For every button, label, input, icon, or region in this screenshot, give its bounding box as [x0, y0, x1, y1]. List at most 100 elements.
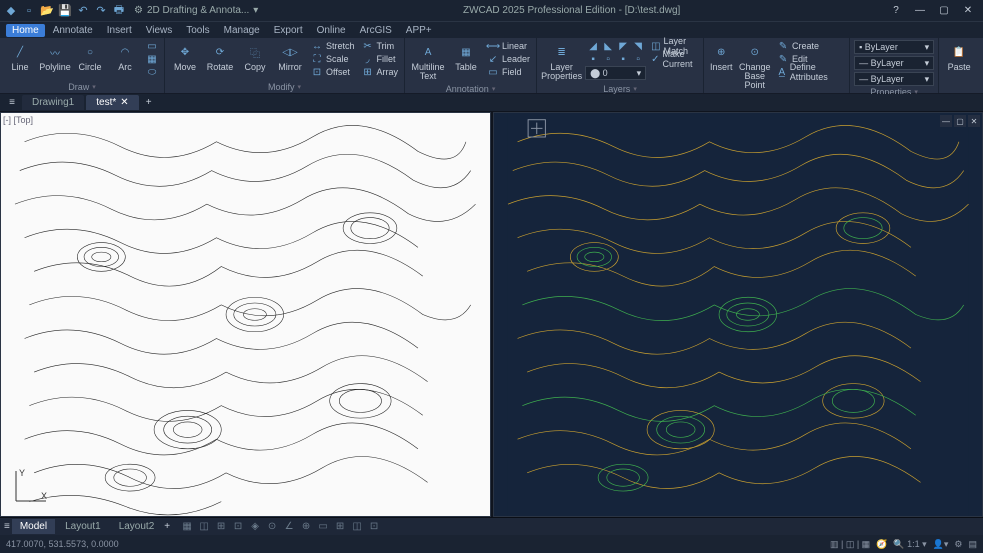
linear-button[interactable]: ⟷Linear: [485, 40, 532, 52]
nav-icon[interactable]: 🧭: [876, 539, 887, 550]
defattr-button[interactable]: A̲Define Attributes: [775, 66, 845, 78]
annoscale-icon[interactable]: 👤▾: [933, 539, 949, 550]
panel-modify-label[interactable]: Modify: [169, 81, 400, 93]
layout-menu-icon[interactable]: ≡: [4, 521, 10, 532]
layout-tab-1[interactable]: Layout1: [57, 519, 109, 534]
settings-icon[interactable]: ⚙: [954, 539, 962, 550]
lineweight-combo[interactable]: — ByLayer▾: [854, 56, 934, 70]
layer-row1[interactable]: ◢◣◤◥: [585, 40, 646, 52]
text-icon: A: [418, 42, 438, 62]
tab-online[interactable]: Online: [311, 24, 352, 37]
sb-tool[interactable]: ⊡: [231, 520, 245, 534]
tab-insert[interactable]: Insert: [101, 24, 138, 37]
hatch-button[interactable]: ▦: [144, 53, 160, 65]
close-icon[interactable]: ✕: [957, 3, 979, 19]
customize-icon[interactable]: ▤: [968, 539, 977, 550]
view-controls-left[interactable]: [-] [Top]: [3, 115, 33, 125]
sb-tool[interactable]: ▦: [180, 520, 194, 534]
tab-arcgis[interactable]: ArcGIS: [354, 24, 398, 37]
move-button[interactable]: ✥Move: [169, 40, 201, 74]
changebase-button[interactable]: ⊙Change Base Point: [737, 40, 772, 92]
ellipse-button[interactable]: ⬭: [144, 66, 160, 78]
tab-app[interactable]: APP+: [400, 24, 438, 37]
polyline-button[interactable]: 〰Polyline: [39, 40, 71, 74]
layer-combo[interactable]: ⬤ 0▾: [585, 66, 646, 80]
viewport-left[interactable]: [-] [Top]: [0, 112, 491, 517]
create-button[interactable]: ✎Create: [775, 40, 845, 52]
trim-button[interactable]: ✂Trim: [360, 40, 401, 52]
arc-button[interactable]: ◠Arc: [109, 40, 141, 74]
maximize-icon[interactable]: ▢: [933, 3, 955, 19]
sb-tool[interactable]: ◫: [197, 520, 211, 534]
sb-tool[interactable]: ◫: [350, 520, 364, 534]
doc-tab-test[interactable]: test*✕: [86, 95, 138, 110]
fillet-button[interactable]: ◞Fillet: [360, 53, 401, 65]
field-button[interactable]: ▭Field: [485, 66, 532, 78]
scale-display[interactable]: 🔍 1:1 ▾: [893, 539, 926, 550]
leader-button[interactable]: ↙Leader: [485, 53, 532, 65]
copy-button[interactable]: ⿻Copy: [239, 40, 271, 74]
panel-draw-label[interactable]: Draw: [4, 81, 160, 93]
doclist-icon[interactable]: ≡: [4, 97, 20, 108]
circle-icon: ○: [80, 42, 100, 62]
vp-min-icon[interactable]: —: [940, 115, 952, 127]
tab-views[interactable]: Views: [140, 24, 179, 37]
qat-undo-icon[interactable]: ↶: [76, 4, 90, 18]
line-button[interactable]: ╱Line: [4, 40, 36, 74]
layerprops-button[interactable]: ≣Layer Properties: [541, 40, 582, 83]
tab-tools[interactable]: Tools: [180, 24, 215, 37]
vp-close-icon[interactable]: ✕: [968, 115, 980, 127]
vp-max-icon[interactable]: ▢: [954, 115, 966, 127]
qat-redo-icon[interactable]: ↷: [94, 4, 108, 18]
array-icon: ⊞: [362, 66, 374, 78]
qat-print-icon[interactable]: 🖶: [112, 4, 126, 18]
workspace-selector[interactable]: ⚙ 2D Drafting & Annota... ▾: [134, 5, 258, 16]
doc-tab-drawing1[interactable]: Drawing1: [22, 95, 84, 110]
sb-tool[interactable]: ⊙: [265, 520, 279, 534]
scale-button[interactable]: ⛶Scale: [309, 53, 357, 65]
makecurrent-button[interactable]: ✓Make Current: [649, 53, 699, 65]
sb-tool[interactable]: ▭: [316, 520, 330, 534]
layout-tab-model[interactable]: Model: [12, 519, 55, 534]
offset-button[interactable]: ⊡Offset: [309, 66, 357, 78]
table-button[interactable]: ▦Table: [450, 40, 482, 74]
qat-save-icon[interactable]: 💾: [58, 4, 72, 18]
copypaste-settings-button[interactable]: 📋Copy and Paste Settings: [978, 40, 983, 92]
viewport-right[interactable]: —▢✕: [493, 112, 983, 517]
tab-manage[interactable]: Manage: [218, 24, 266, 37]
sb-tool[interactable]: ◈: [248, 520, 262, 534]
color-combo[interactable]: ▪ ByLayer▾: [854, 40, 934, 54]
new-tab-icon[interactable]: +: [141, 97, 157, 108]
ribbon-tabs: Home Annotate Insert Views Tools Manage …: [0, 22, 983, 38]
app-logo-icon[interactable]: ◆: [4, 4, 18, 18]
tab-annotate[interactable]: Annotate: [47, 24, 99, 37]
qat-new-icon[interactable]: ▫: [22, 4, 36, 18]
sb-tool[interactable]: ⊕: [299, 520, 313, 534]
rect-icon: ▭: [146, 40, 158, 52]
insert-button[interactable]: ⊕Insert: [708, 40, 734, 74]
tab-export[interactable]: Export: [268, 24, 309, 37]
layer-row2[interactable]: ▪▫▪▫: [585, 53, 646, 65]
layout-tab-2[interactable]: Layout2: [111, 519, 163, 534]
ucs-icon: Y X: [11, 466, 51, 506]
rect-button[interactable]: ▭: [144, 40, 160, 52]
mtext-button[interactable]: AMultiline Text: [409, 40, 447, 83]
array-button[interactable]: ⊞Array: [360, 66, 401, 78]
help-icon[interactable]: ?: [885, 3, 907, 19]
status-model[interactable]: ▥ | ◫ | ▦: [830, 539, 870, 550]
qat-open-icon[interactable]: 📂: [40, 4, 54, 18]
circle-button[interactable]: ○Circle: [74, 40, 106, 74]
sb-tool[interactable]: ⊞: [333, 520, 347, 534]
sb-tool[interactable]: ⊞: [214, 520, 228, 534]
linetype-combo[interactable]: — ByLayer▾: [854, 72, 934, 86]
stretch-button[interactable]: ↔Stretch: [309, 40, 357, 52]
minimize-icon[interactable]: —: [909, 3, 931, 19]
tab-home[interactable]: Home: [6, 24, 45, 37]
sb-tool[interactable]: ⊡: [367, 520, 381, 534]
paste-button[interactable]: 📋Paste: [943, 40, 975, 74]
close-tab-icon[interactable]: ✕: [120, 97, 128, 108]
sb-tool[interactable]: ∠: [282, 520, 296, 534]
rotate-button[interactable]: ⟳Rotate: [204, 40, 236, 74]
add-layout-icon[interactable]: +: [164, 521, 170, 532]
mirror-button[interactable]: ◁▷Mirror: [274, 40, 306, 74]
